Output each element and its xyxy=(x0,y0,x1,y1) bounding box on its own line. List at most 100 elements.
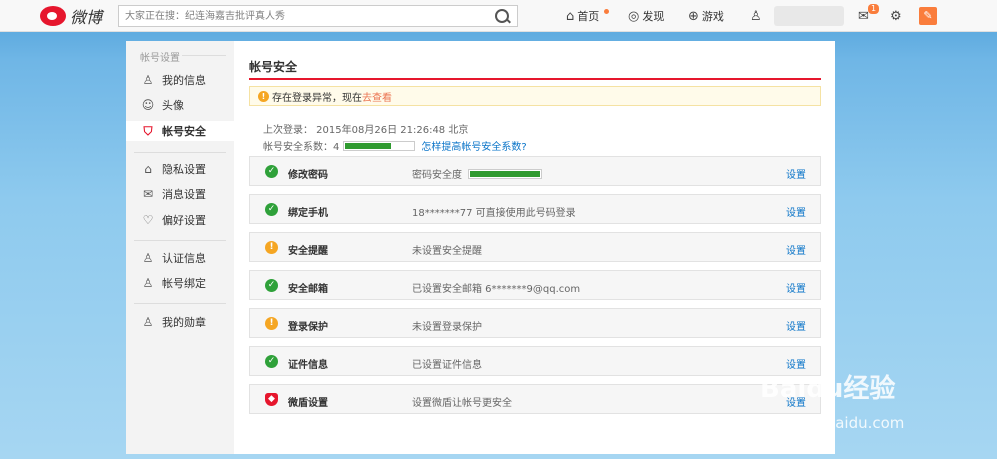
password-strength-bar xyxy=(468,168,542,179)
sidebar-item-privacy[interactable]: ⌂ 隐私设置 xyxy=(140,159,206,179)
security-row-name: 修改密码 xyxy=(288,170,328,181)
compass-icon: ◎ xyxy=(628,8,640,24)
sidebar-item-avatar[interactable]: ☺ 头像 xyxy=(140,95,184,115)
score-bar xyxy=(343,140,416,151)
nav-discover[interactable]: ◎ 发现 xyxy=(628,0,664,32)
logo-text: 微博 xyxy=(70,8,103,27)
security-row-desc: 已设置证件信息 xyxy=(412,356,482,371)
security-row-desc: 18*******77 可直接使用此号码登录 xyxy=(412,204,576,219)
security-row: ✓ 修改密码 密码安全度 设置 xyxy=(249,156,821,186)
security-row: ✓ 证件信息 已设置证件信息 设置 xyxy=(249,346,821,376)
home-notify-dot xyxy=(604,9,609,14)
sidebar-item-label: 我的信息 xyxy=(162,74,206,87)
check-icon: ✓ xyxy=(265,203,278,216)
last-login-info: 上次登录： 2015年08月26日 21:26:48 北京 xyxy=(263,125,469,136)
security-row-name: 绑定手机 xyxy=(288,208,328,219)
title-underline xyxy=(249,78,821,80)
sidebar-item-preferences[interactable]: ♡ 偏好设置 xyxy=(140,210,206,230)
check-icon: ✓ xyxy=(265,355,278,368)
weibo-logo-icon xyxy=(40,6,66,26)
score-label: 帐号安全系数：4 xyxy=(263,142,340,153)
security-row-desc-text: 未设置登录保护 xyxy=(412,322,482,333)
sidebar-item-label: 我的勋章 xyxy=(162,316,206,329)
sidebar-item-label: 偏好设置 xyxy=(162,214,206,227)
nav-user[interactable]: ♙ xyxy=(750,0,765,32)
divider xyxy=(134,240,226,241)
message-badge: 1 xyxy=(868,4,880,14)
lock-icon: ⌂ xyxy=(144,162,152,176)
security-row-desc: 密码安全度 xyxy=(412,166,542,181)
security-row-desc-text: 密码安全度 xyxy=(412,170,462,181)
security-row-desc-text: 未设置安全提醒 xyxy=(412,246,482,257)
sidebar-item-my-info[interactable]: ♙ 我的信息 xyxy=(140,70,206,90)
security-row-name: 微盾设置 xyxy=(288,398,328,409)
divider xyxy=(134,303,226,304)
password-strength-fill xyxy=(470,170,540,177)
settings-sidebar: 帐号设置 ♙ 我的信息 ☺ 头像 ⛉ 帐号安全 ⌂ 隐私设置 ✉ 消息设置 ♡ … xyxy=(126,41,235,454)
sidebar-item-account-binding[interactable]: ♙ 帐号绑定 xyxy=(140,273,206,293)
edit-icon: ✎ xyxy=(923,9,933,22)
sidebar-section-title: 帐号设置 xyxy=(140,53,180,64)
nav-discover-label: 发现 xyxy=(642,10,665,23)
divider xyxy=(182,55,226,56)
search-box xyxy=(118,5,518,27)
sidebar-item-verification[interactable]: ♙ 认证信息 xyxy=(140,248,206,268)
security-row: ✓ 绑定手机 18*******77 可直接使用此号码登录 设置 xyxy=(249,194,821,224)
nav-game[interactable]: ⊕ 游戏 xyxy=(688,0,724,32)
score-bar-fill xyxy=(345,142,392,149)
sidebar-item-message-settings[interactable]: ✉ 消息设置 xyxy=(140,184,206,204)
security-row-set-link[interactable]: 设置 xyxy=(786,204,806,219)
shield-icon: ◆ xyxy=(265,393,278,406)
improve-score-link[interactable]: 怎样提高帐号安全系数? xyxy=(421,138,526,153)
security-row-desc-text: 已设置安全邮箱 6*******9@qq.com xyxy=(412,284,581,295)
message-icon: ✉ xyxy=(142,187,154,201)
home-icon: ⌂ xyxy=(566,8,575,24)
sidebar-item-label: 帐号绑定 xyxy=(162,277,206,290)
sidebar-item-label: 帐号安全 xyxy=(162,125,206,138)
sidebar-item-label: 头像 xyxy=(162,99,184,112)
security-row-desc: 未设置安全提醒 xyxy=(412,242,482,257)
security-row-name: 证件信息 xyxy=(288,360,328,371)
security-row-set-link[interactable]: 设置 xyxy=(786,166,806,181)
security-row-name: 安全提醒 xyxy=(288,246,328,257)
bind-icon: ♙ xyxy=(142,276,154,290)
user-icon: ♙ xyxy=(750,8,762,24)
check-icon: ✓ xyxy=(265,279,278,292)
nav-settings[interactable]: ⚙ xyxy=(890,0,905,32)
heart-icon: ♡ xyxy=(142,213,154,227)
security-row-set-link[interactable]: 设置 xyxy=(786,242,806,257)
medal-icon: ♙ xyxy=(142,315,154,329)
sidebar-item-account-security[interactable]: ⛉ 帐号安全 xyxy=(126,121,234,141)
security-row-name: 登录保护 xyxy=(288,322,328,333)
security-row-set-link[interactable]: 设置 xyxy=(786,394,806,409)
security-row-set-link[interactable]: 设置 xyxy=(786,280,806,295)
security-row-desc: 已设置安全邮箱 6*******9@qq.com xyxy=(412,280,580,295)
security-row-set-link[interactable]: 设置 xyxy=(786,356,806,371)
nav-home[interactable]: ⌂ 首页 xyxy=(566,0,599,32)
alert-view-link[interactable]: 去查看 xyxy=(362,89,392,104)
warning-icon: ! xyxy=(265,241,278,254)
username-blurred[interactable] xyxy=(774,6,844,26)
security-row-desc-text: 18*******77 可直接使用此号码登录 xyxy=(412,208,576,219)
sidebar-item-label: 认证信息 xyxy=(162,252,206,265)
security-row: ✓ 安全邮箱 已设置安全邮箱 6*******9@qq.com 设置 xyxy=(249,270,821,300)
nav-game-label: 游戏 xyxy=(701,10,724,23)
security-row-desc: 设置微盾让帐号更安全 xyxy=(412,394,512,409)
weibo-logo[interactable]: 微博 xyxy=(40,4,102,28)
security-row: ! 登录保护 未设置登录保护 设置 xyxy=(249,308,821,338)
alert-text: 存在登录异常，现在 xyxy=(272,92,362,104)
warning-icon: ! xyxy=(265,317,278,330)
nav-home-label: 首页 xyxy=(577,10,600,23)
verify-icon: ♙ xyxy=(142,251,154,265)
search-icon[interactable] xyxy=(495,9,509,23)
top-bar: 微博 ⌂ 首页 ◎ 发现 ⊕ 游戏 ♙ ✉ 1 ⚙ ✎ xyxy=(0,0,997,32)
security-row-desc: 未设置登录保护 xyxy=(412,318,482,333)
security-row: ◆ 微盾设置 设置微盾让帐号更安全 设置 xyxy=(249,384,821,414)
search-input[interactable] xyxy=(119,6,491,26)
avatar-icon: ☺ xyxy=(141,98,155,112)
security-score: 帐号安全系数：4 怎样提高帐号安全系数? xyxy=(263,138,527,153)
compose-button[interactable]: ✎ xyxy=(919,7,937,25)
security-row-set-link[interactable]: 设置 xyxy=(786,318,806,333)
sidebar-item-medals[interactable]: ♙ 我的勋章 xyxy=(140,312,206,332)
page-title: 帐号安全 xyxy=(249,60,298,74)
